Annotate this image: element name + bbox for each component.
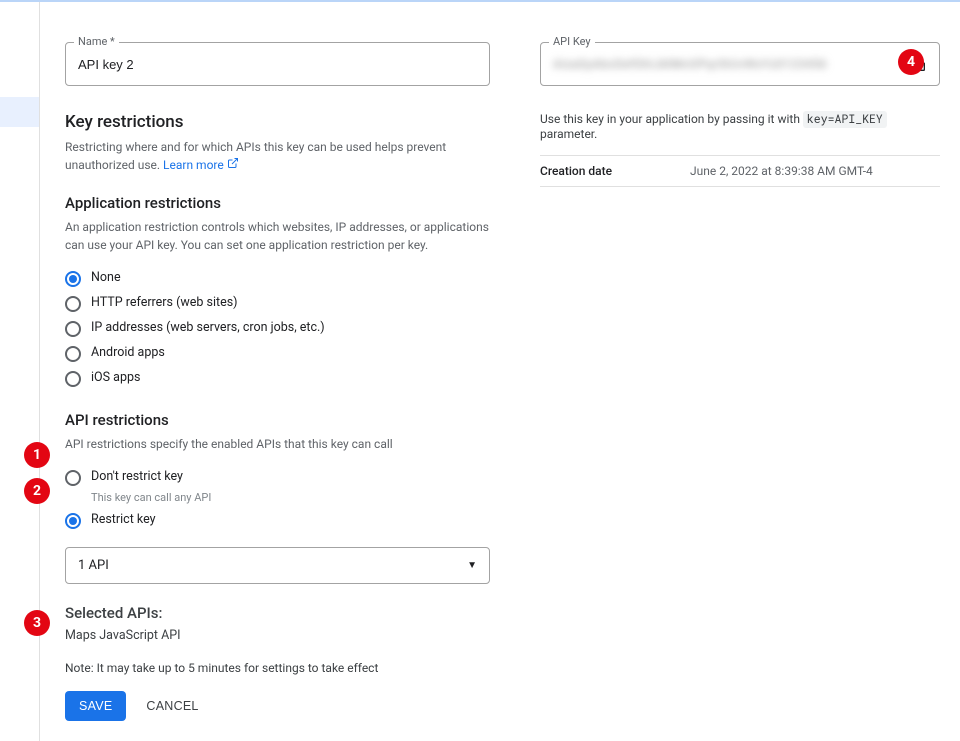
radio-label: Restrict key <box>91 512 156 527</box>
app-restrictions-desc: An application restriction controls whic… <box>65 218 490 254</box>
table-row: Creation date June 2, 2022 at 8:39:38 AM… <box>540 156 940 187</box>
radio-icon <box>65 296 81 312</box>
annotation-callout-1: 1 <box>24 442 50 468</box>
selected-apis-heading: Selected APIs: <box>65 604 490 622</box>
creation-date-value: June 2, 2022 at 8:39:38 AM GMT-4 <box>690 156 940 187</box>
radio-icon <box>65 513 81 529</box>
annotation-callout-4: 4 <box>898 49 924 75</box>
radio-label: Don't restrict key <box>91 469 183 484</box>
radio-label: iOS apps <box>91 370 140 385</box>
name-field-wrapper: Name * <box>65 42 490 86</box>
api-restriction-option-restrict[interactable]: Restrict key <box>65 508 490 533</box>
api-key-field-wrapper: API Key AIzaSyAbcDefGhIJklMnOPqrStUvWxYz… <box>540 42 940 86</box>
key-restrictions-desc-text: Restricting where and for which APIs thi… <box>65 140 446 172</box>
app-restrictions-heading: Application restrictions <box>65 194 490 212</box>
note-text: Note: It may take up to 5 minutes for se… <box>65 661 490 675</box>
cancel-button[interactable]: CANCEL <box>146 699 198 713</box>
learn-more-link[interactable]: Learn more <box>163 158 224 172</box>
annotation-callout-2: 2 <box>24 478 50 504</box>
app-restriction-option-http[interactable]: HTTP referrers (web sites) <box>65 291 490 316</box>
api-restrictions-desc: API restrictions specify the enabled API… <box>65 435 490 453</box>
main-content: Name * Key restrictions Restricting wher… <box>40 2 960 741</box>
api-key-value: AIzaSyAbcDefGhIJklMnOPqrStUvWxYz0123456 <box>553 57 793 73</box>
right-column: API Key AIzaSyAbcDefGhIJklMnOPqrStUvWxYz… <box>540 42 960 721</box>
radio-label: Android apps <box>91 345 165 360</box>
external-link-icon <box>227 156 239 174</box>
button-row: SAVE CANCEL <box>65 691 490 721</box>
usage-code: key=API_KEY <box>803 111 887 128</box>
selected-api-item: Maps JavaScript API <box>65 628 490 643</box>
api-key-legend: API Key <box>549 35 595 48</box>
app-restriction-option-ip[interactable]: IP addresses (web servers, cron jobs, et… <box>65 316 490 341</box>
radio-label: None <box>91 270 121 285</box>
usage-suffix: parameter. <box>540 127 597 141</box>
radio-icon <box>65 321 81 337</box>
radio-label: HTTP referrers (web sites) <box>91 295 238 310</box>
annotation-callout-3: 3 <box>24 610 50 636</box>
name-field-legend: Name * <box>74 35 119 48</box>
chevron-down-icon: ▼ <box>467 560 477 571</box>
api-restrictions-heading: API restrictions <box>65 411 490 429</box>
usage-prefix: Use this key in your application by pass… <box>540 112 803 126</box>
api-restriction-option-dont-restrict[interactable]: Don't restrict key <box>65 465 490 490</box>
radio-icon <box>65 371 81 387</box>
radio-hint: This key can call any API <box>91 491 490 504</box>
save-button[interactable]: SAVE <box>65 691 126 721</box>
app-restriction-option-none[interactable]: None <box>65 266 490 291</box>
radio-label: IP addresses (web servers, cron jobs, et… <box>91 320 325 335</box>
key-restrictions-heading: Key restrictions <box>65 112 490 132</box>
dropdown-selected-label: 1 API <box>78 558 109 573</box>
app-restrictions-radio-group: None HTTP referrers (web sites) IP addre… <box>65 266 490 391</box>
radio-icon <box>65 346 81 362</box>
creation-date-label: Creation date <box>540 156 690 187</box>
left-column: Name * Key restrictions Restricting wher… <box>65 42 490 721</box>
radio-icon <box>65 470 81 486</box>
info-table: Creation date June 2, 2022 at 8:39:38 AM… <box>540 155 940 187</box>
api-select-dropdown[interactable]: 1 API ▼ <box>65 547 490 584</box>
api-key-usage-text: Use this key in your application by pass… <box>540 112 940 141</box>
app-restriction-option-android[interactable]: Android apps <box>65 341 490 366</box>
top-accent-border <box>0 0 960 2</box>
app-restriction-option-ios[interactable]: iOS apps <box>65 366 490 391</box>
api-restrictions-radio-group: Don't restrict key This key can call any… <box>65 465 490 533</box>
page-container: Name * Key restrictions Restricting wher… <box>0 0 960 741</box>
key-restrictions-desc: Restricting where and for which APIs thi… <box>65 138 490 174</box>
name-input[interactable] <box>78 57 477 72</box>
radio-icon <box>65 271 81 287</box>
sidebar-active-indicator <box>0 97 39 127</box>
